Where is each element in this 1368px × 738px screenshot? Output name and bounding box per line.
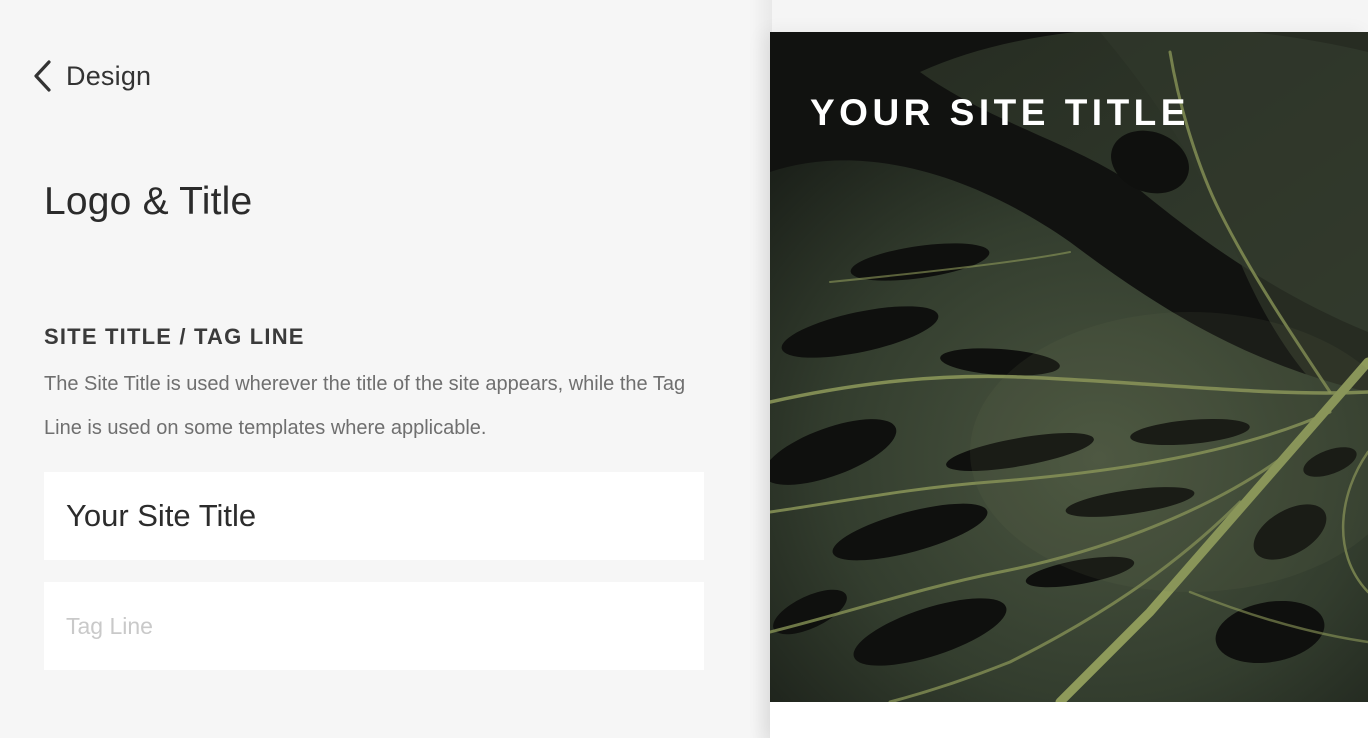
preview-site-title[interactable]: YOUR SITE TITLE (810, 92, 1190, 134)
preview-divider-shadow (752, 0, 772, 738)
site-title-input[interactable] (44, 472, 704, 560)
back-to-design-link[interactable]: Design (32, 58, 151, 94)
section-description: The Site Title is used wherever the titl… (44, 373, 686, 439)
site-preview: YOUR SITE TITLE (770, 32, 1368, 738)
page: Design Logo & Title SITE TITLE / TAG LIN… (0, 0, 1368, 738)
section-heading: SITE TITLE / TAG LINE (44, 324, 305, 349)
chevron-left-icon (32, 59, 54, 93)
settings-panel: Design Logo & Title SITE TITLE / TAG LIN… (0, 0, 750, 738)
back-link-label: Design (66, 60, 152, 91)
tag-line-field (44, 582, 704, 670)
hero-image: YOUR SITE TITLE (770, 32, 1368, 702)
page-title: Logo & Title (44, 180, 253, 223)
site-title-field (44, 472, 704, 560)
tag-line-input[interactable] (44, 582, 704, 670)
